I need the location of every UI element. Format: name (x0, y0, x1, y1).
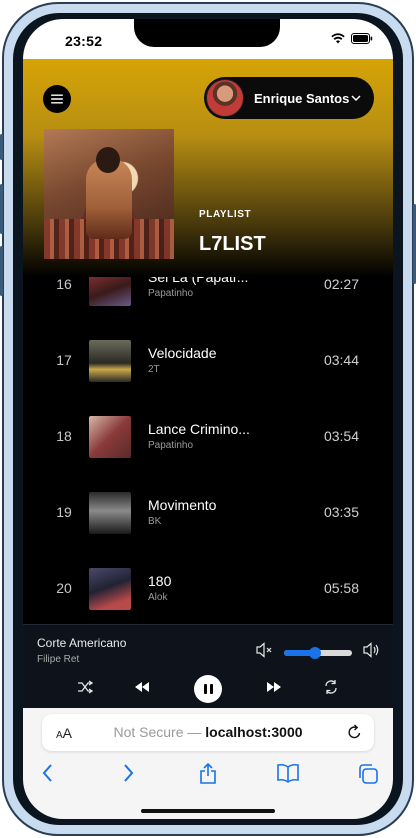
track-row[interactable]: 17 Velocidade 2T 03:44 (23, 323, 393, 399)
track-list[interactable]: 16 Sei Lá (Papatr... Papatinho 02:27 17 … (23, 247, 393, 625)
avatar (206, 79, 244, 117)
track-number: 19 (56, 504, 72, 520)
track-artwork (89, 340, 131, 382)
track-title: Lance Crimino... (148, 421, 250, 437)
silent-switch (0, 134, 3, 160)
track-artist: Papatinho (148, 440, 194, 451)
track-artist: Papatinho (148, 288, 194, 299)
volume-slider-thumb[interactable] (308, 647, 321, 659)
menu-button[interactable] (43, 85, 71, 113)
status-icons (331, 33, 373, 44)
forward-icon[interactable] (121, 763, 135, 783)
tabs-icon[interactable] (357, 763, 379, 785)
pause-button[interactable] (194, 675, 222, 703)
track-artwork (89, 416, 131, 458)
track-duration: 05:58 (323, 580, 359, 596)
notch (134, 19, 280, 47)
playlist-type-label: PLAYLIST (199, 209, 252, 220)
playlist-header: Enrique Santos PLAYLIST L7LIST (23, 59, 393, 277)
track-number: 16 (56, 276, 72, 292)
track-title: 180 (148, 573, 172, 589)
track-duration: 03:35 (323, 504, 359, 520)
track-artwork (89, 492, 131, 534)
now-playing-artist: Filipe Ret (37, 654, 80, 665)
track-title: Velocidade (148, 345, 217, 361)
back-icon[interactable] (41, 763, 55, 783)
chevron-down-icon (351, 95, 361, 102)
track-row[interactable]: 20 180 Alok 05:58 (23, 551, 393, 625)
track-row[interactable]: 18 Lance Crimino... Papatinho 03:54 (23, 399, 393, 475)
address-bar[interactable]: AA Not Secure — localhost:3000 (42, 714, 374, 751)
playlist-cover (44, 129, 174, 259)
url-display[interactable]: Not Secure — localhost:3000 (42, 724, 374, 740)
track-artist: Alok (148, 592, 168, 603)
bookmarks-icon[interactable] (277, 763, 299, 783)
next-track-icon[interactable] (266, 679, 282, 695)
wifi-icon (331, 33, 345, 44)
now-playing-title: Corte Americano (37, 636, 127, 650)
volume-down-hardware-button (0, 246, 3, 296)
user-menu-button[interactable]: Enrique Santos (204, 77, 374, 119)
user-name: Enrique Santos (254, 90, 350, 106)
track-number: 18 (56, 428, 72, 444)
track-artwork (89, 568, 131, 610)
battery-icon (351, 33, 373, 44)
volume-slider[interactable] (284, 647, 352, 659)
track-row[interactable]: 19 Movimento BK 03:35 (23, 475, 393, 551)
now-playing-bar: Corte Americano Filipe Ret (23, 624, 393, 708)
share-icon[interactable] (199, 763, 217, 785)
home-indicator (141, 809, 275, 813)
url-host: localhost:3000 (205, 724, 303, 740)
hamburger-icon (51, 94, 63, 104)
track-duration: 03:54 (323, 428, 359, 444)
track-title: Movimento (148, 497, 217, 513)
track-duration: 02:27 (323, 276, 359, 292)
status-bar: 23:52 (23, 19, 393, 59)
track-artist: BK (148, 516, 162, 527)
track-artist: 2T (148, 364, 160, 375)
screen: 23:52 16 Sei Lá (Papatr... Papatinho 02:… (23, 19, 393, 819)
status-time: 23:52 (65, 33, 103, 49)
volume-up-icon[interactable] (363, 642, 381, 658)
volume-mute-icon[interactable] (256, 642, 274, 658)
shuffle-icon[interactable] (77, 679, 93, 695)
security-warning: Not Secure — (113, 724, 202, 740)
track-number: 20 (56, 580, 72, 596)
browser-toolbar: AA Not Secure — localhost:3000 (23, 708, 393, 819)
playlist-title: L7LIST (199, 233, 266, 255)
previous-track-icon[interactable] (134, 679, 150, 695)
pause-icon (203, 684, 207, 694)
track-number: 17 (56, 352, 72, 368)
track-duration: 03:44 (323, 352, 359, 368)
repeat-icon[interactable] (323, 679, 339, 695)
reload-icon[interactable] (347, 724, 362, 740)
volume-up-hardware-button (0, 184, 3, 234)
